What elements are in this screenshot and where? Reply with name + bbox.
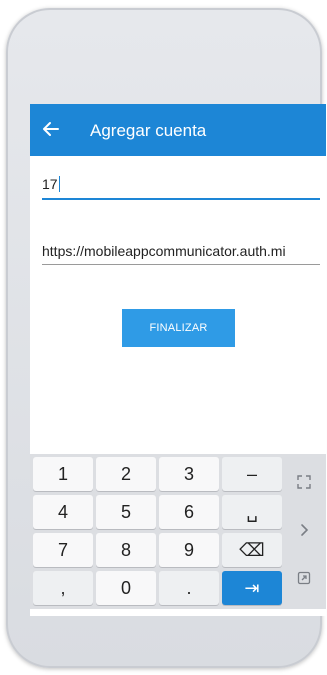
key-minus[interactable]: –: [222, 457, 282, 491]
key-period[interactable]: .: [159, 571, 219, 605]
account-number-value: 17: [42, 176, 60, 192]
finish-button[interactable]: FINALIZAR: [122, 309, 235, 347]
key-9[interactable]: 9: [159, 533, 219, 567]
app-bar: Agregar cuenta: [30, 104, 326, 156]
clipboard-icon[interactable]: [290, 564, 318, 592]
text-caret: [58, 176, 60, 192]
phone-frame: Agregar cuenta 17 https://mobileappcommu…: [6, 8, 326, 668]
key-comma[interactable]: ,: [33, 571, 93, 605]
key-3[interactable]: 3: [159, 457, 219, 491]
bottom-strip: [30, 609, 326, 616]
key-8[interactable]: 8: [96, 533, 156, 567]
key-space[interactable]: ␣: [222, 495, 282, 529]
key-4[interactable]: 4: [33, 495, 93, 529]
screen: Agregar cuenta 17 https://mobileappcommu…: [30, 104, 326, 616]
key-backspace[interactable]: ⌫: [222, 533, 282, 567]
key-6[interactable]: 6: [159, 495, 219, 529]
expand-icon[interactable]: [290, 468, 318, 496]
key-5[interactable]: 5: [96, 495, 156, 529]
key-next[interactable]: ⇥: [222, 571, 282, 605]
key-2[interactable]: 2: [96, 457, 156, 491]
key-1[interactable]: 1: [33, 457, 93, 491]
server-url-value: https://mobileappcommunicator.auth.mi: [42, 243, 286, 259]
account-number-field[interactable]: 17: [42, 174, 320, 200]
numeric-keyboard: 1 2 3 – 4 5 6 ␣ 7 8 9 ⌫ , 0 . ⇥: [30, 454, 326, 609]
page-title: Agregar cuenta: [90, 121, 207, 140]
key-0[interactable]: 0: [96, 571, 156, 605]
chevron-right-icon[interactable]: [290, 516, 318, 544]
arrow-left-icon: [43, 122, 59, 136]
server-url-field[interactable]: https://mobileappcommunicator.auth.mi: [42, 240, 320, 265]
back-button[interactable]: [40, 118, 62, 140]
key-7[interactable]: 7: [33, 533, 93, 567]
